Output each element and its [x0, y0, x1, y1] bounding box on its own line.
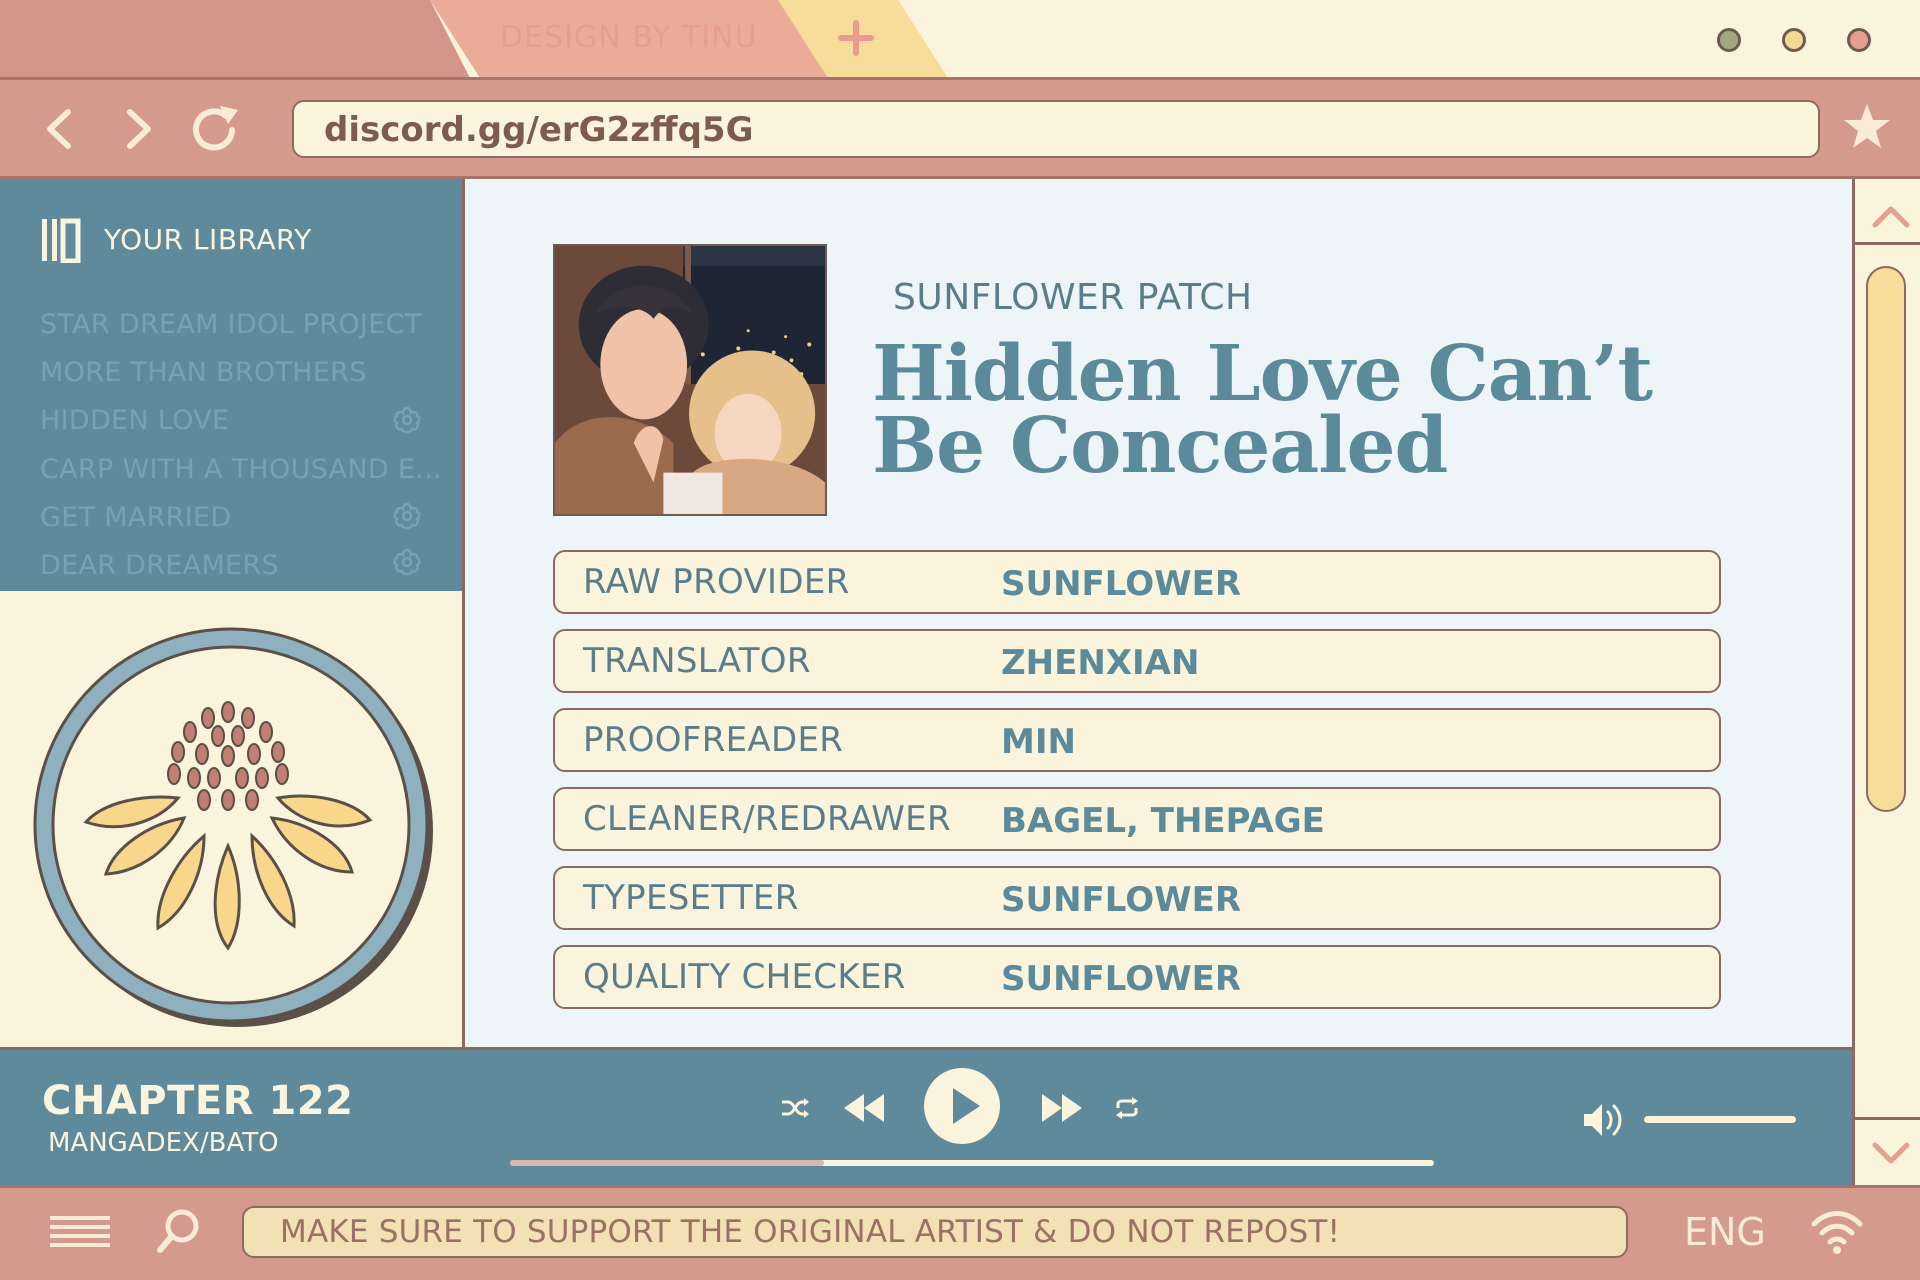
tab-title: DESIGN BY TINU	[500, 20, 758, 55]
shuffle-icon[interactable]	[780, 1096, 810, 1120]
library-item[interactable]: CARP WITH A THOUSAND E...	[40, 454, 442, 485]
series-title: Hidden Love Can’t Be Concealed	[872, 329, 1752, 491]
credit-name: BAGEL, THEPAGE	[1001, 801, 1325, 841]
scrollbar-lower	[1852, 1047, 1920, 1185]
tab-strip: DESIGN BY TINU	[0, 0, 1920, 78]
library-title: YOUR LIBRARY	[104, 223, 312, 256]
credit-name: SUNFLOWER	[1001, 880, 1242, 920]
credit-row: PROOFREADER MIN	[553, 708, 1721, 772]
credit-row: TRANSLATOR ZHENXIAN	[553, 629, 1721, 693]
credit-role: TRANSLATOR	[583, 641, 811, 681]
library-icon	[42, 218, 81, 263]
flower-icon	[393, 548, 421, 576]
library-item[interactable]: MORE THAN BROTHERS	[40, 357, 367, 388]
forward-icon[interactable]	[114, 104, 164, 154]
credit-row: RAW PROVIDER SUNFLOWER	[553, 550, 1721, 614]
library-item[interactable]: HIDDEN LOVE	[40, 405, 229, 436]
series-title-line2: Be Concealed	[872, 401, 1448, 491]
series-title-line1: Hidden Love Can’t	[872, 329, 1653, 419]
sunflower-emblem	[33, 627, 433, 1027]
address-bar[interactable]: discord.gg/erG2zffq5G	[292, 100, 1820, 158]
scroll-down-icon[interactable]	[1871, 1139, 1911, 1169]
chapter-label: CHAPTER 122	[42, 1078, 354, 1124]
search-icon[interactable]	[156, 1208, 200, 1254]
notice-text: MAKE SURE TO SUPPORT THE ORIGINAL ARTIST…	[280, 1214, 1341, 1250]
library-item[interactable]: STAR DREAM IDOL PROJECT	[40, 309, 422, 340]
credit-role: QUALITY CHECKER	[583, 957, 906, 997]
cover-image	[553, 244, 827, 516]
library-item[interactable]: GET MARRIED	[40, 502, 231, 533]
credit-name: SUNFLOWER	[1001, 959, 1242, 999]
scrollbar-thumb[interactable]	[1866, 266, 1906, 812]
credit-name: ZHENXIAN	[1001, 643, 1200, 683]
back-icon[interactable]	[36, 104, 86, 154]
divider	[1852, 1117, 1920, 1120]
wifi-icon[interactable]	[1810, 1208, 1864, 1256]
credit-row: QUALITY CHECKER SUNFLOWER	[553, 945, 1721, 1009]
credit-role: TYPESETTER	[583, 878, 799, 918]
minimize-button[interactable]	[1717, 28, 1741, 52]
fast-forward-icon[interactable]	[1040, 1092, 1084, 1124]
scroll-up-icon[interactable]	[1871, 201, 1911, 231]
credit-row: TYPESETTER SUNFLOWER	[553, 866, 1721, 930]
play-icon[interactable]	[922, 1066, 1002, 1146]
maximize-button[interactable]	[1782, 28, 1806, 52]
reload-icon[interactable]	[186, 100, 246, 158]
credit-role: PROOFREADER	[583, 720, 844, 760]
credit-role: CLEANER/REDRAWER	[583, 799, 951, 839]
close-button[interactable]	[1847, 28, 1871, 52]
library-item[interactable]: DEAR DREAMERS	[40, 550, 279, 581]
volume-icon[interactable]	[1582, 1100, 1630, 1140]
language-indicator[interactable]: ENG	[1684, 1210, 1766, 1254]
credit-row: CLEANER/REDRAWER BAGEL, THEPAGE	[553, 787, 1721, 851]
url-text[interactable]: discord.gg/erG2zffq5G	[324, 110, 753, 150]
credit-name: SUNFLOWER	[1001, 564, 1242, 604]
credit-role: RAW PROVIDER	[583, 562, 850, 602]
flower-icon	[393, 502, 421, 530]
rewind-icon[interactable]	[842, 1092, 886, 1124]
star-icon[interactable]	[1842, 100, 1892, 154]
progress-bar[interactable]	[510, 1160, 1434, 1166]
group-name: SUNFLOWER PATCH	[893, 277, 1253, 318]
source-label: MANGADEX/BATO	[48, 1128, 279, 1158]
menu-icon[interactable]	[50, 1212, 110, 1252]
plus-icon[interactable]	[836, 18, 876, 58]
volume-slider[interactable]	[1644, 1116, 1796, 1123]
progress-fill	[510, 1160, 825, 1166]
notice-bar: MAKE SURE TO SUPPORT THE ORIGINAL ARTIST…	[242, 1206, 1628, 1258]
repeat-icon[interactable]	[1114, 1096, 1140, 1120]
flower-icon	[393, 406, 421, 434]
library-sidebar: YOUR LIBRARY STAR DREAM IDOL PROJECT MOR…	[0, 179, 462, 591]
credit-name: MIN	[1001, 722, 1076, 762]
divider	[1852, 242, 1920, 245]
tab-inactive[interactable]	[0, 0, 470, 78]
